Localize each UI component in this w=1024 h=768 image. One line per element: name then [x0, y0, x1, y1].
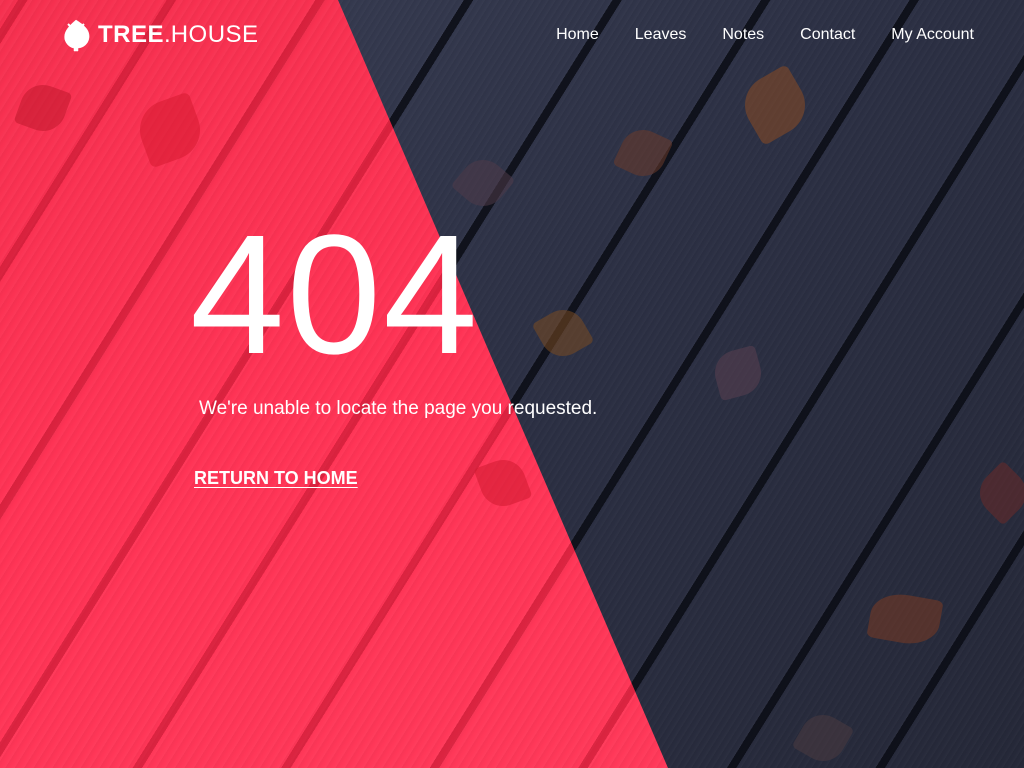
brand-logo[interactable]: TREE. HOUSE [60, 18, 259, 52]
brand-name-bold: TREE [98, 21, 165, 48]
error-content: 404 We're unable to locate the page you … [190, 210, 598, 489]
brand-name-light: HOUSE [170, 21, 259, 48]
leaf-decoration [866, 589, 944, 649]
error-message: We're unable to locate the page you requ… [199, 398, 598, 419]
leaf-decoration [970, 460, 1024, 526]
error-code: 404 [190, 200, 480, 390]
main-nav: Home Leaves Notes Contact My Account [520, 26, 974, 44]
site-header: TREE. HOUSE Home Leaves Notes Contact My … [0, 0, 1024, 72]
leaf-icon [64, 19, 90, 52]
nav-item-contact[interactable]: Contact [800, 26, 855, 44]
leaf-decoration [791, 706, 855, 768]
page: TREE. HOUSE Home Leaves Notes Contact My … [0, 0, 1024, 768]
leaf-decoration [709, 344, 767, 402]
leaf-decoration [13, 78, 73, 138]
nav-item-home[interactable]: Home [556, 26, 599, 44]
nav-item-my-account[interactable]: My Account [891, 26, 974, 44]
nav-item-leaves[interactable]: Leaves [635, 26, 687, 44]
return-home-link[interactable]: RETURN TO HOME [194, 468, 358, 489]
leaf-decoration [612, 122, 674, 184]
nav-item-notes[interactable]: Notes [722, 26, 764, 44]
leaf-decoration [734, 64, 816, 146]
leaf-decoration [131, 91, 209, 169]
brand-name-separator: . [164, 21, 171, 48]
